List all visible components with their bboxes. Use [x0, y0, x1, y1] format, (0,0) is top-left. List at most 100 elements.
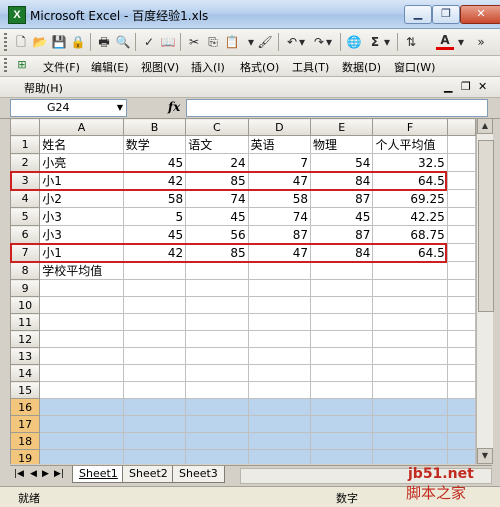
row-header[interactable]: 4: [10, 189, 41, 208]
row-header[interactable]: 9: [10, 279, 41, 297]
font-color-dropdown[interactable]: ▾: [456, 33, 466, 51]
grid-cell[interactable]: [372, 432, 448, 450]
grid-cell[interactable]: [247, 313, 312, 331]
grid-cell[interactable]: 45: [122, 225, 187, 244]
toolbar-grip[interactable]: [4, 33, 7, 51]
row-header[interactable]: 11: [10, 313, 41, 331]
row-header[interactable]: 18: [10, 432, 41, 450]
select-all-corner[interactable]: [10, 118, 41, 136]
column-header-f[interactable]: F: [372, 118, 448, 136]
grid-cell[interactable]: [39, 313, 124, 331]
redo-dropdown[interactable]: ▾: [324, 33, 334, 51]
research-icon[interactable]: 📖: [159, 33, 177, 51]
grid-cell[interactable]: [39, 296, 124, 314]
grid-cell[interactable]: 42.25: [372, 207, 448, 226]
vertical-scroll-thumb[interactable]: [478, 140, 494, 312]
grid-cell[interactable]: [310, 449, 374, 464]
grid-cell[interactable]: [446, 261, 476, 280]
grid-cell[interactable]: [247, 381, 312, 399]
grid-cell[interactable]: [372, 313, 448, 331]
grid-cell[interactable]: [372, 449, 448, 464]
copy-icon[interactable]: ⎘: [204, 33, 222, 51]
sort-icon[interactable]: ⇅: [402, 33, 420, 51]
grid-cell[interactable]: [39, 279, 124, 297]
column-header-d[interactable]: D: [247, 118, 312, 136]
grid-cell[interactable]: [247, 449, 312, 464]
row-header[interactable]: 17: [10, 415, 41, 433]
grid-cell[interactable]: [39, 432, 124, 450]
grid-cell[interactable]: 74: [185, 189, 249, 208]
first-sheet-icon[interactable]: |◀: [14, 469, 24, 479]
font-color-icon[interactable]: A: [436, 33, 454, 50]
grid-cell[interactable]: [446, 398, 476, 416]
grid-cell[interactable]: [446, 135, 476, 154]
grid-cell[interactable]: [122, 330, 187, 348]
grid-cell[interactable]: 58: [247, 189, 312, 208]
column-header-g[interactable]: [446, 118, 476, 136]
grid-cell[interactable]: [446, 153, 476, 172]
menu-view[interactable]: 视图(V): [141, 59, 179, 75]
grid-cell[interactable]: [185, 449, 249, 464]
row-header[interactable]: 14: [10, 364, 41, 382]
grid-cell[interactable]: [39, 330, 124, 348]
grid-cell[interactable]: [446, 364, 476, 382]
format-painter-icon[interactable]: 🖌: [256, 33, 274, 51]
row-header[interactable]: 15: [10, 381, 41, 399]
save-icon[interactable]: 💾: [50, 33, 68, 51]
grid-cell[interactable]: [122, 449, 187, 464]
grid-cell[interactable]: 87: [310, 189, 374, 208]
grid-cell[interactable]: 小亮: [39, 153, 124, 172]
grid-cell[interactable]: [310, 296, 374, 314]
grid-cell[interactable]: [122, 415, 187, 433]
grid-cell[interactable]: [310, 347, 374, 365]
row-header[interactable]: 1: [10, 135, 41, 154]
prev-sheet-icon[interactable]: ◀: [30, 469, 37, 479]
grid-cell[interactable]: [310, 398, 374, 416]
grid-cell[interactable]: 7: [247, 153, 312, 172]
grid-cell[interactable]: [446, 449, 476, 464]
menu-insert[interactable]: 插入(I): [191, 59, 225, 75]
grid-cell[interactable]: [446, 313, 476, 331]
grid-cell[interactable]: [372, 347, 448, 365]
grid-cell[interactable]: 小2: [39, 189, 124, 208]
grid-cell[interactable]: [446, 432, 476, 450]
grid-cell[interactable]: [372, 415, 448, 433]
row-header[interactable]: 2: [10, 153, 41, 172]
name-box[interactable]: G24 ▼: [10, 99, 127, 117]
grid-cell[interactable]: 69.25: [372, 189, 448, 208]
vertical-scrollbar[interactable]: ▲ ▼: [476, 118, 494, 464]
grid-cell[interactable]: [372, 381, 448, 399]
grid-cell[interactable]: [185, 415, 249, 433]
grid-cell[interactable]: [310, 261, 374, 280]
toolbar-options-icon[interactable]: »: [474, 33, 488, 51]
grid-cell[interactable]: [39, 381, 124, 399]
insert-function-icon[interactable]: fx: [168, 100, 180, 114]
grid-cell[interactable]: [185, 313, 249, 331]
new-icon[interactable]: 🗋: [12, 33, 30, 51]
permission-icon[interactable]: 🔒: [69, 33, 87, 51]
name-box-dropdown-icon[interactable]: ▼: [117, 100, 123, 116]
grid-cell[interactable]: 数学: [122, 135, 187, 154]
grid-cell[interactable]: 24: [185, 153, 249, 172]
grid-cell[interactable]: 小3: [39, 225, 124, 244]
grid-cell[interactable]: 45: [310, 207, 374, 226]
grid-cell[interactable]: [310, 279, 374, 297]
grid-cell[interactable]: [446, 207, 476, 226]
grid-cell[interactable]: [446, 330, 476, 348]
sheet-tab-2[interactable]: Sheet2: [122, 466, 175, 483]
grid-cell[interactable]: 物理: [310, 135, 374, 154]
grid-cell[interactable]: 语文: [185, 135, 249, 154]
grid-cell[interactable]: 45: [122, 153, 187, 172]
grid-cell[interactable]: [310, 330, 374, 348]
grid-cell[interactable]: [122, 296, 187, 314]
column-header-a[interactable]: A: [39, 118, 124, 136]
row-header[interactable]: 6: [10, 225, 41, 244]
menu-help[interactable]: 帮助(H): [24, 80, 63, 96]
grid-cell[interactable]: 87: [247, 225, 312, 244]
grid-cell[interactable]: [122, 432, 187, 450]
last-sheet-icon[interactable]: ▶|: [54, 469, 64, 479]
formula-input[interactable]: [186, 99, 488, 117]
grid-cell[interactable]: 68.75: [372, 225, 448, 244]
grid-cell[interactable]: [446, 347, 476, 365]
grid-cell[interactable]: [372, 279, 448, 297]
